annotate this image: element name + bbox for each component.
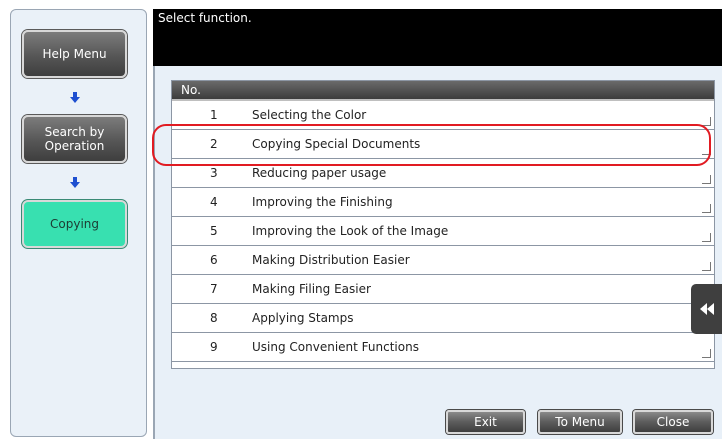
exit-button[interactable]: Exit [446,410,525,434]
item-number: 5 [210,224,218,238]
corner-mark-icon [702,175,711,184]
item-label: Improving the Finishing [252,195,393,209]
column-header-no: No. [181,83,201,97]
item-number: 1 [210,108,218,122]
function-list: No. 1 Selecting the Color 2 Copying Spec… [171,80,715,369]
corner-mark-icon [702,204,711,213]
item-label: Making Distribution Easier [252,253,410,267]
arrow-down-icon [70,92,80,104]
list-item[interactable]: 6 Making Distribution Easier [172,246,714,275]
item-number: 6 [210,253,218,267]
item-number: 7 [210,282,218,296]
item-label: Selecting the Color [252,108,367,122]
item-label: Copying Special Documents [252,137,421,151]
to-menu-button[interactable]: To Menu [538,410,622,434]
close-button[interactable]: Close [633,410,713,434]
item-number: 8 [210,311,218,325]
corner-mark-icon [702,262,711,271]
double-chevron-left-icon [699,303,714,315]
arrow-down-icon [70,177,80,189]
help-menu-label: Help Menu [42,47,107,61]
copying-label: Copying [50,217,99,231]
item-number: 2 [210,137,218,151]
item-label: Making Filing Easier [252,282,371,296]
collapse-side-tab[interactable] [691,284,722,334]
list-item[interactable]: 7 Making Filing Easier [172,275,714,304]
item-label: Improving the Look of the Image [252,224,449,238]
help-navigation-panel: Help Menu Search by Operation Copying [10,9,147,437]
item-label: Using Convenient Functions [252,340,419,354]
list-item[interactable]: 8 Applying Stamps [172,304,714,333]
table-header: No. [172,81,714,101]
to-menu-label: To Menu [555,415,605,429]
item-label: Reducing paper usage [252,166,387,180]
help-menu-button[interactable]: Help Menu [22,30,127,78]
list-item[interactable]: 5 Improving the Look of the Image [172,217,714,246]
header-bar: Select function. [153,9,722,66]
item-number: 3 [210,166,218,180]
search-by-operation-label: Search by Operation [44,125,105,153]
main-content: No. 1 Selecting the Color 2 Copying Spec… [153,66,722,439]
corner-mark-icon [702,349,711,358]
exit-label: Exit [474,415,497,429]
close-label: Close [656,415,690,429]
item-label: Applying Stamps [252,311,354,325]
list-item[interactable]: 9 Using Convenient Functions [172,333,714,362]
item-number: 9 [210,340,218,354]
list-item[interactable]: 1 Selecting the Color [172,101,714,130]
item-number: 4 [210,195,218,209]
search-by-operation-button[interactable]: Search by Operation [22,115,127,163]
copying-button[interactable]: Copying [22,200,127,248]
list-item[interactable]: 2 Copying Special Documents [172,130,714,159]
list-item[interactable]: 3 Reducing paper usage [172,159,714,188]
corner-mark-icon [702,117,711,126]
corner-mark-icon [702,233,711,242]
list-item[interactable]: 4 Improving the Finishing [172,188,714,217]
corner-mark-icon [702,146,711,155]
page-title: Select function. [158,11,252,25]
